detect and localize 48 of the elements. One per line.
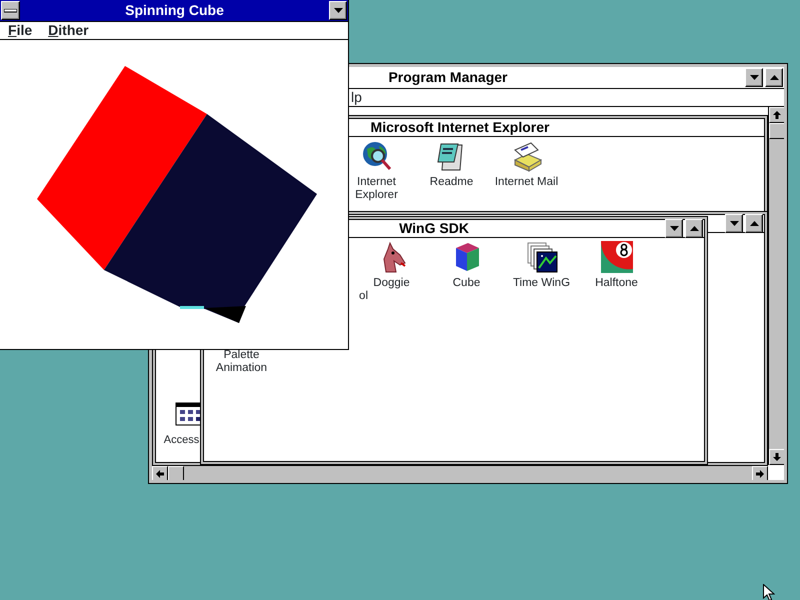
system-menu-button[interactable]	[1, 1, 20, 20]
system-menu-icon	[4, 8, 17, 12]
maximize-button[interactable]	[745, 214, 763, 233]
globe-icon[interactable]	[360, 140, 392, 172]
icon-label: Palette Animation	[214, 349, 268, 375]
arrow-right-icon	[756, 470, 764, 478]
menu-item[interactable]: Dither	[40, 20, 97, 41]
scroll-thumb[interactable]	[769, 123, 784, 139]
window-title: Microsoft Internet Explorer	[370, 118, 550, 137]
maximize-button[interactable]	[685, 219, 703, 238]
maximize-button[interactable]	[765, 68, 783, 87]
icon-label: Internet Explorer	[354, 176, 399, 202]
scroll-left-button[interactable]	[152, 466, 168, 480]
minimize-icon	[730, 221, 738, 226]
window-title: WinG SDK	[398, 219, 470, 238]
icon-label: Readme	[428, 176, 474, 189]
scroll-up-button[interactable]	[769, 107, 784, 123]
window-title: Spinning Cube	[124, 1, 225, 20]
maximize-icon	[770, 75, 778, 80]
minimize-icon	[334, 8, 342, 13]
menu-item[interactable]: lp	[351, 87, 370, 108]
arrow-up-icon	[773, 111, 781, 119]
minimize-button[interactable]	[329, 1, 347, 20]
scroll-down-button[interactable]	[769, 449, 784, 465]
icon-label: Cube	[452, 277, 482, 290]
scroll-right-button[interactable]	[752, 466, 768, 480]
icon-label: ol	[359, 290, 368, 303]
minimize-icon	[670, 226, 678, 231]
maximize-icon	[750, 221, 758, 226]
icon-label: Time WinG	[512, 277, 572, 290]
icon-label: Internet Mail	[494, 176, 560, 189]
window-title: Program Manager	[387, 68, 509, 87]
icon-label: Access	[164, 434, 200, 447]
arrow-left-icon	[156, 470, 164, 478]
mouse-cursor-icon	[763, 584, 775, 600]
minimize-button[interactable]	[665, 219, 683, 238]
minimize-button[interactable]	[745, 68, 763, 87]
icon-label: Halftone	[594, 277, 639, 290]
icon-label: Doggie	[372, 277, 411, 290]
scroll-thumb[interactable]	[168, 466, 184, 480]
scrollbar[interactable]	[768, 107, 784, 465]
film-frames-icon[interactable]	[526, 241, 558, 273]
minimize-button[interactable]	[725, 214, 743, 233]
maximize-icon	[690, 226, 698, 231]
minimize-icon	[750, 75, 758, 80]
arrow-down-icon	[773, 453, 781, 461]
menu-item[interactable]: File	[0, 20, 40, 41]
scrollbar[interactable]	[152, 465, 768, 480]
